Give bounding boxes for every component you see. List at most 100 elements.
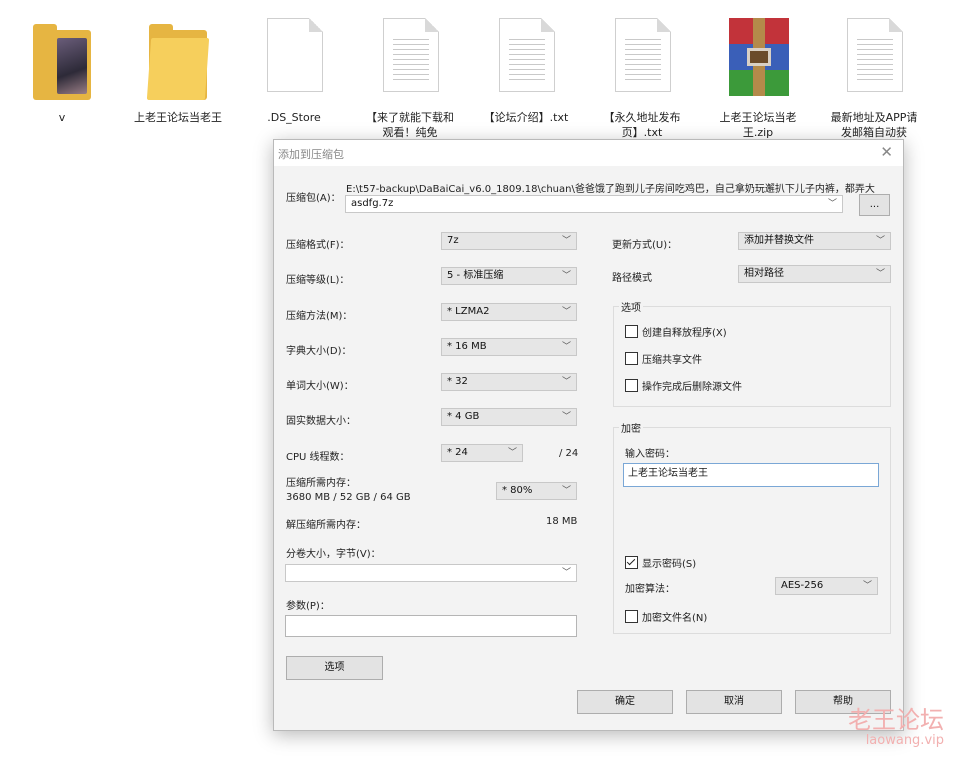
desktop-icon-label: 上老王论坛当老王: [134, 111, 222, 124]
desktop-icon-ds-store[interactable]: .DS_Store: [246, 14, 342, 125]
method-label: 压缩方法(M)：: [286, 311, 353, 322]
text-file-icon: [499, 18, 555, 92]
dict-label: 字典大小(D)：: [286, 346, 352, 357]
chevron-down-icon: ﹀: [827, 199, 837, 209]
desktop-icon-label: .DS_Store: [267, 111, 321, 124]
delete-after-checkbox[interactable]: 操作完成后删除源文件: [625, 378, 742, 393]
mem-compress-label: 压缩所需内存：: [286, 478, 356, 489]
watermark-url: laowang.vip: [865, 733, 944, 748]
encryption-method-select[interactable]: AES-256 ﹀: [775, 577, 878, 595]
threads-value: * 24: [447, 447, 468, 458]
desktop-icon-label: 【论坛介绍】.txt: [483, 111, 569, 124]
text-file-icon: [847, 18, 903, 92]
add-to-archive-dialog: 添加到压缩包 ✕ 压缩包(A)： E:\t57-backup\DaBaiCai_…: [273, 139, 904, 731]
level-select[interactable]: 5 - 标准压缩 ﹀: [441, 267, 577, 285]
desktop-icon-txt-1[interactable]: 【来了就能下载和观看！纯免: [362, 14, 458, 140]
chevron-down-icon: ﹀: [561, 342, 571, 352]
desktop-icon-folder[interactable]: 上老王论坛当老王: [130, 14, 226, 125]
format-value: 7z: [447, 235, 459, 246]
file-icon: [267, 18, 323, 92]
sfx-checkbox-label: 创建自释放程序(X): [642, 328, 727, 339]
archive-name-combo[interactable]: asdfg.7z ﹀: [345, 195, 843, 213]
show-password-checkbox[interactable]: 显示密码(S): [625, 555, 696, 570]
encryption-method-value: AES-256: [781, 580, 824, 591]
checkbox-icon: [625, 352, 638, 365]
update-mode-label: 更新方式(U)：: [612, 240, 678, 251]
word-label: 单词大小(W)：: [286, 381, 354, 392]
text-file-icon: [383, 18, 439, 92]
chevron-down-icon: ﹀: [875, 236, 885, 246]
shared-files-checkbox[interactable]: 压缩共享文件: [625, 351, 702, 366]
desktop-icon-v[interactable]: v: [14, 14, 110, 125]
checkbox-icon: [625, 325, 638, 338]
show-password-label: 显示密码(S): [642, 559, 697, 570]
chevron-down-icon: ﹀: [507, 448, 517, 458]
dialog-titlebar[interactable]: 添加到压缩包 ✕: [274, 140, 903, 166]
split-label: 分卷大小，字节(V)：: [286, 549, 381, 560]
close-icon[interactable]: ✕: [880, 143, 893, 161]
chevron-down-icon: ﹀: [561, 271, 571, 281]
chevron-down-icon: ﹀: [561, 377, 571, 387]
browse-button[interactable]: ...: [859, 194, 890, 216]
level-label: 压缩等级(L)：: [286, 275, 350, 286]
update-mode-select[interactable]: 添加并替换文件 ﹀: [738, 232, 891, 250]
password-input[interactable]: 上老王论坛当老王: [623, 463, 879, 487]
checkbox-icon: [625, 610, 638, 623]
solid-label: 固实数据大小：: [286, 416, 356, 427]
method-select[interactable]: * LZMA2 ﹀: [441, 303, 577, 321]
encryption-method-label: 加密算法：: [625, 584, 675, 595]
desktop-icon-label: 上老王论坛当老王.zip: [719, 111, 797, 139]
dialog-title: 添加到压缩包: [278, 148, 344, 161]
format-label: 压缩格式(F)：: [286, 240, 350, 251]
params-label: 参数(P)：: [286, 601, 330, 612]
solid-select[interactable]: * 4 GB ﹀: [441, 408, 577, 426]
delete-after-checkbox-label: 操作完成后删除源文件: [642, 382, 742, 393]
chevron-down-icon: ﹀: [561, 236, 571, 246]
chevron-down-icon: ﹀: [875, 269, 885, 279]
mem-usage-value: * 80%: [502, 485, 533, 496]
threads-select[interactable]: * 24 ﹀: [441, 444, 523, 462]
password-label: 输入密码：: [625, 449, 675, 460]
archive-label: 压缩包(A)：: [286, 193, 341, 204]
options-group-title: 选项: [619, 299, 643, 314]
desktop-icon-txt-2[interactable]: 【论坛介绍】.txt: [478, 14, 574, 125]
word-select[interactable]: * 32 ﹀: [441, 373, 577, 391]
mem-decompress-value: 18 MB: [546, 516, 578, 527]
options-button[interactable]: 选项: [286, 656, 383, 680]
chevron-down-icon: ﹀: [561, 568, 571, 578]
dict-value: * 16 MB: [447, 341, 487, 352]
split-size-combo[interactable]: ﹀: [285, 564, 577, 582]
encrypt-names-checkbox[interactable]: 加密文件名(N): [625, 609, 707, 624]
desktop-icon-label: 【来了就能下载和观看！纯免: [366, 111, 454, 139]
method-value: * LZMA2: [447, 306, 490, 317]
checkbox-icon: [625, 379, 638, 392]
word-value: * 32: [447, 376, 468, 387]
update-mode-value: 添加并替换文件: [744, 235, 814, 246]
format-select[interactable]: 7z ﹀: [441, 232, 577, 250]
dict-select[interactable]: * 16 MB ﹀: [441, 338, 577, 356]
archive-name-value: asdfg.7z: [351, 198, 394, 209]
winrar-archive-icon: [729, 18, 789, 96]
chevron-down-icon: ﹀: [561, 307, 571, 317]
mem-decompress-label: 解压缩所需内存：: [286, 520, 366, 531]
sfx-checkbox[interactable]: 创建自释放程序(X): [625, 324, 727, 339]
desktop-icon-label: 最新地址及APP请发邮箱自动获: [830, 111, 918, 139]
chevron-down-icon: ﹀: [561, 412, 571, 422]
cancel-button[interactable]: 取消: [686, 690, 782, 714]
checkbox-checked-icon: [625, 556, 638, 569]
desktop-icon-label: v: [58, 111, 66, 124]
chevron-down-icon: ﹀: [561, 486, 571, 496]
desktop-icon-txt-3[interactable]: 【永久地址发布页】.txt: [594, 14, 690, 140]
path-mode-select[interactable]: 相对路径 ﹀: [738, 265, 891, 283]
desktop-icon-txt-4[interactable]: 最新地址及APP请发邮箱自动获: [826, 14, 922, 140]
solid-value: * 4 GB: [447, 411, 480, 422]
level-value: 5 - 标准压缩: [447, 270, 504, 281]
ok-button[interactable]: 确定: [577, 690, 673, 714]
desktop-icon-zip[interactable]: 上老王论坛当老王.zip: [710, 14, 806, 140]
password-value: 上老王论坛当老王: [628, 468, 708, 479]
text-file-icon: [615, 18, 671, 92]
params-input[interactable]: [285, 615, 577, 637]
path-mode-label: 路径模式: [612, 273, 652, 284]
mem-usage-select[interactable]: * 80% ﹀: [496, 482, 577, 500]
threads-label: CPU 线程数：: [286, 452, 350, 463]
